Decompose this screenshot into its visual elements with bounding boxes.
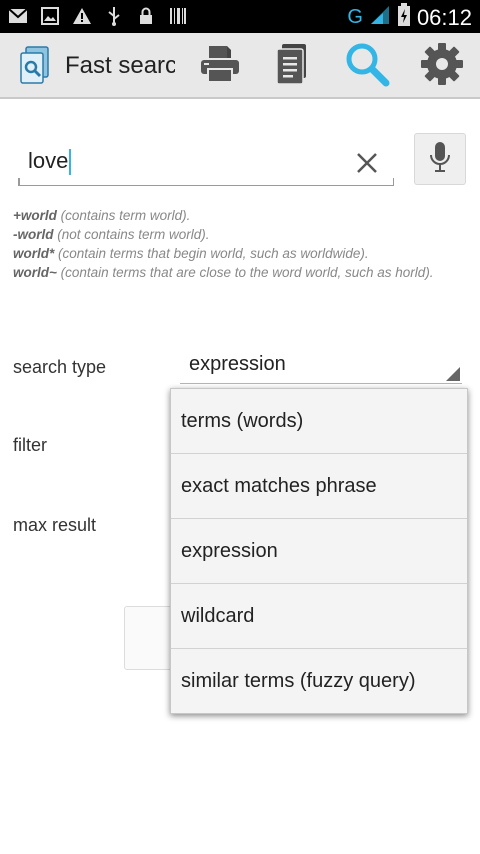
search-icon <box>344 41 390 92</box>
settings-gear-icon <box>420 42 464 91</box>
help-desc: (not contains term world). <box>53 227 210 242</box>
notification-icons <box>8 6 188 26</box>
usb-icon <box>104 6 124 26</box>
help-desc: (contains term world). <box>56 208 191 223</box>
lock-icon <box>136 6 156 26</box>
printer-button[interactable] <box>197 43 243 89</box>
help-term: world~ <box>13 265 57 280</box>
network-type: G <box>347 6 363 28</box>
image-icon <box>40 6 60 26</box>
search-syntax-help: +world (contains term world). -world (no… <box>13 206 463 282</box>
signal-icon <box>369 5 391 30</box>
status-bar: G 06:12 <box>0 0 480 33</box>
printer-icon <box>199 44 241 89</box>
help-term: +world <box>13 208 57 223</box>
search-type-select[interactable]: expression <box>180 350 462 384</box>
dropdown-arrow-icon <box>446 367 460 381</box>
system-icons: G 06:12 <box>347 3 472 32</box>
barcode-icon <box>168 6 188 26</box>
voice-search-button[interactable] <box>414 133 466 185</box>
help-line: world~ (contain terms that are close to … <box>13 263 463 282</box>
document-icon <box>274 42 310 91</box>
max-result-label: max result <box>13 515 97 535</box>
help-term: -world <box>13 227 54 242</box>
gmail-icon <box>8 6 28 26</box>
dropdown-option-terms[interactable]: terms (words) <box>171 389 467 454</box>
microphone-icon <box>429 141 451 178</box>
help-desc: (contain terms that are close to the wor… <box>56 265 434 280</box>
dropdown-option-exact-phrase[interactable]: exact matches phrase <box>171 454 467 519</box>
clear-icon[interactable] <box>354 150 380 176</box>
app-title: Fast searc <box>65 52 175 79</box>
search-type-value: expression <box>189 353 286 375</box>
battery-icon <box>397 3 411 32</box>
search-type-dropdown: terms (words) exact matches phrase expre… <box>170 388 468 714</box>
action-bar: Fast searc <box>0 33 480 99</box>
dropdown-option-wildcard[interactable]: wildcard <box>171 584 467 649</box>
app-logo-icon[interactable] <box>18 45 52 87</box>
dropdown-option-fuzzy[interactable]: similar terms (fuzzy query) <box>171 649 467 714</box>
filter-label: filter <box>13 435 48 455</box>
dropdown-option-expression[interactable]: expression <box>171 519 467 584</box>
document-button[interactable] <box>269 43 315 89</box>
help-desc: (contain terms that begin world, such as… <box>54 246 369 261</box>
search-field[interactable]: love <box>18 140 394 186</box>
search-button[interactable] <box>344 43 390 89</box>
search-type-label: search type <box>13 357 107 377</box>
warning-icon <box>72 6 92 26</box>
help-line: -world (not contains term world). <box>13 225 463 244</box>
clock: 06:12 <box>416 4 472 30</box>
search-query: love <box>28 148 69 173</box>
settings-button[interactable] <box>419 42 465 91</box>
help-line: +world (contains term world). <box>13 206 463 225</box>
help-line: world* (contain terms that begin world, … <box>13 244 463 263</box>
text-cursor <box>69 149 72 176</box>
help-term: world* <box>13 246 55 261</box>
search-input[interactable]: love <box>28 148 328 176</box>
